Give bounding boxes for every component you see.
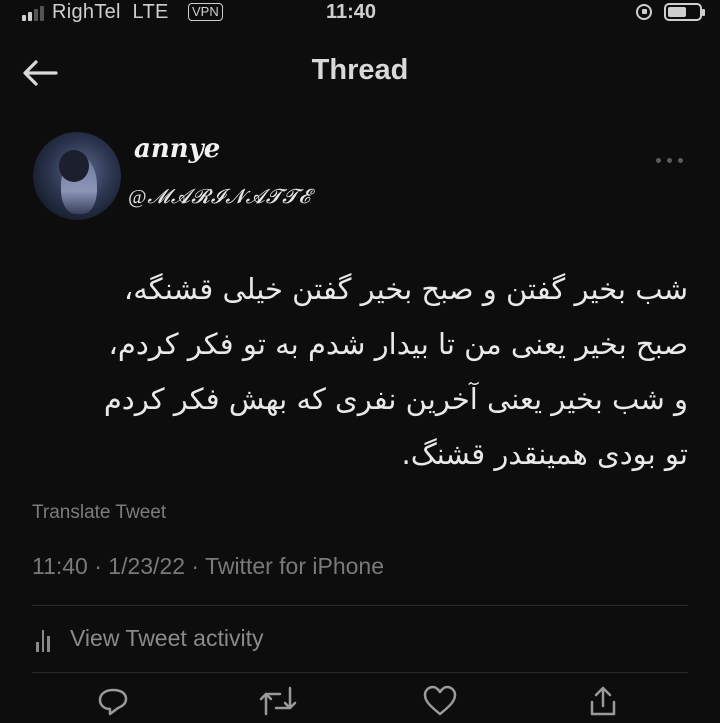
status-bar: RighTel LTE VPN 11:40: [0, 0, 720, 26]
avatar[interactable]: [33, 132, 121, 220]
status-time: 11:40: [326, 1, 377, 23]
retweet-button[interactable]: [258, 684, 297, 718]
vpn-badge: VPN: [188, 3, 223, 21]
tweet-text: شب بخیر گفتن و صبح بخیر گفتن خیلی قشنگه،…: [103, 272, 688, 471]
reply-icon: [98, 688, 128, 716]
page-title: Thread: [311, 54, 409, 86]
heart-icon: [423, 685, 457, 716]
view-tweet-activity-link[interactable]: View Tweet activity: [70, 625, 263, 652]
share-button[interactable]: [586, 684, 620, 718]
more-icon[interactable]: [656, 158, 683, 163]
divider: [32, 672, 688, 673]
signal-icon: [22, 6, 44, 21]
bar-chart-icon: [36, 626, 50, 652]
author-display-name[interactable]: annye: [134, 134, 220, 164]
battery-icon: [664, 3, 705, 21]
tweet-meta: 11:40 · 1/23/22 · Twitter for iPhone: [32, 553, 385, 579]
share-icon: [590, 686, 616, 716]
translate-tweet-link[interactable]: Translate Tweet: [32, 502, 166, 524]
carrier-label: RighTel LTE: [52, 1, 169, 23]
divider: [32, 605, 688, 606]
author-handle[interactable]: @𝓜𝓐𝓡𝓘𝓝𝓐𝓣𝓣𝓔: [128, 186, 311, 209]
like-button[interactable]: [422, 684, 457, 718]
orientation-lock-icon: [636, 4, 652, 20]
retweet-icon: [259, 686, 297, 716]
reply-button[interactable]: [96, 684, 130, 718]
